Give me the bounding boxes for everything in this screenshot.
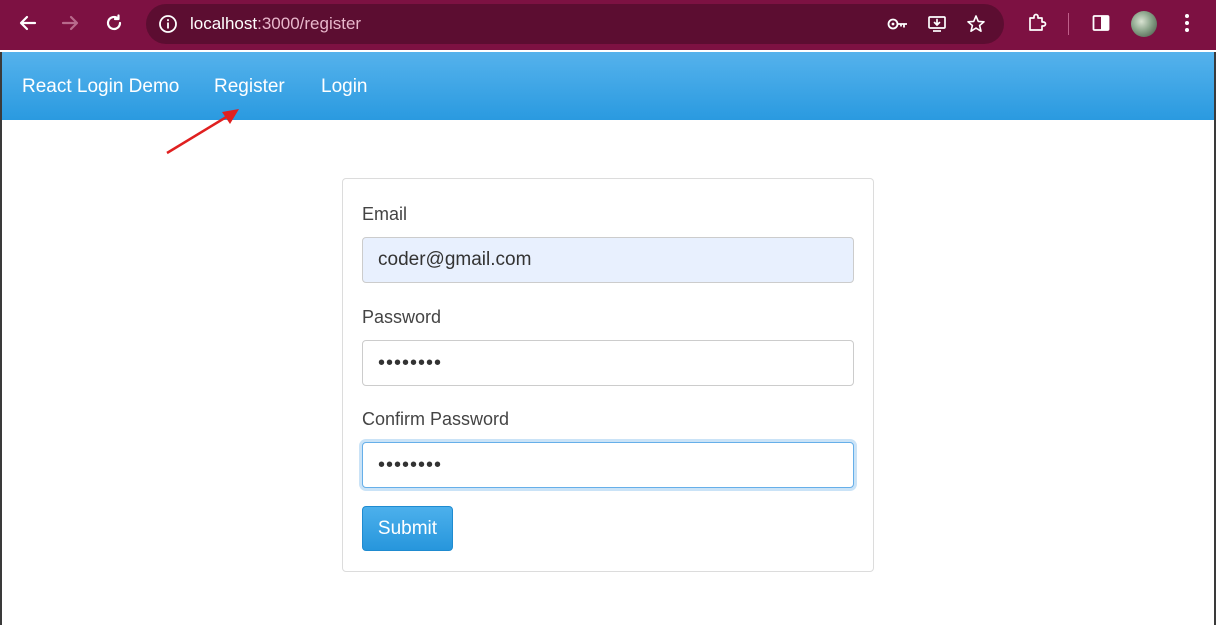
- confirm-password-field[interactable]: ••••••••: [362, 442, 854, 488]
- site-info-button[interactable]: [156, 12, 180, 36]
- confirm-password-label: Confirm Password: [362, 409, 510, 429]
- url-text: localhost:3000/register: [190, 14, 361, 34]
- bookmark-button[interactable]: [964, 12, 988, 36]
- email-value: coder@gmail.com: [378, 249, 532, 270]
- password-value: ••••••••: [378, 351, 443, 374]
- info-icon: [159, 15, 177, 33]
- password-key-button[interactable]: [886, 12, 910, 36]
- annotation-arrow-icon: [166, 109, 239, 155]
- forward-button[interactable]: [54, 7, 86, 39]
- arrow-left-icon: [19, 15, 37, 31]
- avatar[interactable]: [1131, 11, 1157, 37]
- address-bar[interactable]: localhost:3000/register: [146, 4, 1004, 44]
- confirm-password-value: ••••••••: [378, 453, 443, 476]
- browser-menu-button[interactable]: [1171, 7, 1203, 39]
- password-label: Password: [362, 307, 442, 327]
- email-field[interactable]: coder@gmail.com: [362, 237, 854, 283]
- browser-toolbar: localhost:3000/register: [0, 0, 1216, 50]
- toolbar-separator: [1068, 13, 1069, 35]
- email-label: Email: [362, 204, 408, 224]
- side-panel-icon: [1092, 15, 1110, 31]
- reload-icon: [106, 14, 122, 31]
- register-form: Email coder@gmail.com Password •••••••• …: [342, 178, 874, 572]
- back-button[interactable]: [12, 7, 44, 39]
- puzzle-icon: [1029, 13, 1047, 31]
- url-host: localhost: [190, 14, 258, 33]
- arrow-right-icon: [61, 15, 79, 31]
- nav-link-login[interactable]: Login: [321, 76, 368, 98]
- install-icon: [928, 16, 946, 32]
- password-field[interactable]: ••••••••: [362, 340, 854, 386]
- kebab-menu-icon: [1185, 14, 1189, 32]
- navbar-brand[interactable]: React Login Demo: [22, 76, 179, 98]
- submit-button[interactable]: Submit: [362, 506, 453, 551]
- key-icon: [887, 18, 907, 30]
- nav-link-register[interactable]: Register: [214, 76, 285, 98]
- window-border-left: [0, 52, 2, 625]
- url-path: :3000/register: [257, 14, 362, 33]
- reload-button[interactable]: [98, 7, 130, 39]
- install-app-button[interactable]: [925, 12, 949, 36]
- side-panel-button[interactable]: [1085, 7, 1117, 39]
- extensions-button[interactable]: [1021, 7, 1053, 39]
- star-icon: [967, 15, 985, 32]
